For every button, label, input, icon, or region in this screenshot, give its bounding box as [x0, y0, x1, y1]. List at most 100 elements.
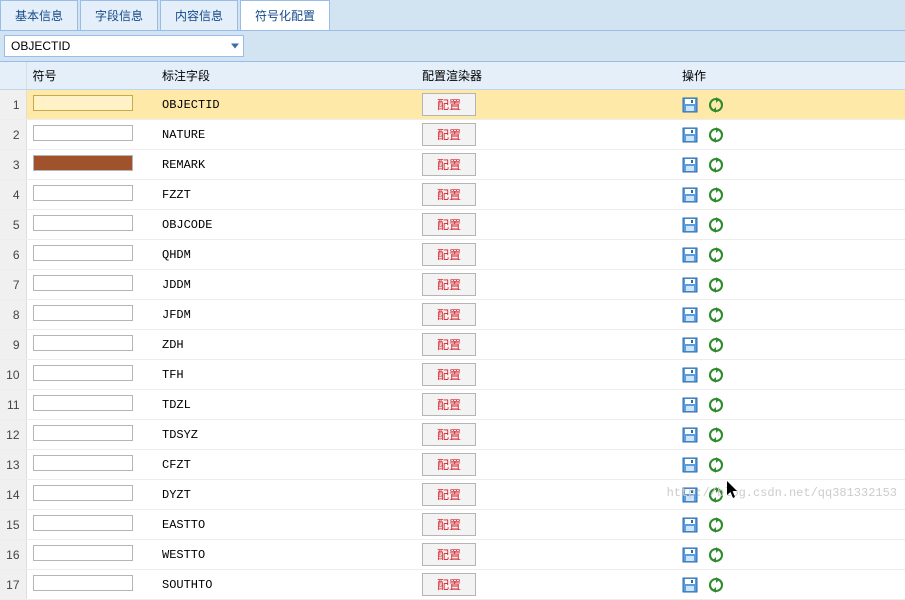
refresh-icon[interactable]	[708, 577, 724, 593]
table-row[interactable]: 10TFH配置	[0, 360, 905, 390]
table-row[interactable]: 16WESTTO配置	[0, 540, 905, 570]
refresh-icon[interactable]	[708, 487, 724, 503]
table-row[interactable]: 4FZZT配置	[0, 180, 905, 210]
symbol-cell[interactable]	[26, 240, 156, 270]
config-button[interactable]: 配置	[422, 363, 476, 386]
symbol-cell[interactable]	[26, 300, 156, 330]
table-row[interactable]: 9ZDH配置	[0, 330, 905, 360]
col-header-renderer[interactable]: 配置渲染器	[416, 62, 676, 90]
table-row[interactable]: 15EASTTO配置	[0, 510, 905, 540]
save-icon[interactable]	[682, 577, 698, 593]
symbol-cell[interactable]	[26, 510, 156, 540]
symbol-cell[interactable]	[26, 270, 156, 300]
tab[interactable]: 内容信息	[160, 0, 238, 30]
symbol-cell[interactable]	[26, 360, 156, 390]
table-row[interactable]: 2NATURE配置	[0, 120, 905, 150]
refresh-icon[interactable]	[708, 547, 724, 563]
symbol-cell[interactable]	[26, 390, 156, 420]
table-row[interactable]: 14DYZT配置	[0, 480, 905, 510]
save-icon[interactable]	[682, 547, 698, 563]
table-row[interactable]: 12TDSYZ配置	[0, 420, 905, 450]
symbol-cell[interactable]	[26, 150, 156, 180]
table-row[interactable]: 13CFZT配置	[0, 450, 905, 480]
refresh-icon[interactable]	[708, 337, 724, 353]
table-row[interactable]: 8JFDM配置	[0, 300, 905, 330]
refresh-icon[interactable]	[708, 157, 724, 173]
symbol-swatch[interactable]	[33, 545, 133, 561]
symbol-swatch[interactable]	[33, 185, 133, 201]
config-button[interactable]: 配置	[422, 303, 476, 326]
table-row[interactable]: 11TDZL配置	[0, 390, 905, 420]
config-button[interactable]: 配置	[422, 213, 476, 236]
symbol-cell[interactable]	[26, 420, 156, 450]
refresh-icon[interactable]	[708, 397, 724, 413]
col-header-action[interactable]: 操作	[676, 62, 905, 90]
config-button[interactable]: 配置	[422, 483, 476, 506]
symbol-swatch[interactable]	[33, 515, 133, 531]
refresh-icon[interactable]	[708, 247, 724, 263]
symbol-swatch[interactable]	[33, 485, 133, 501]
save-icon[interactable]	[682, 127, 698, 143]
symbol-swatch[interactable]	[33, 365, 133, 381]
refresh-icon[interactable]	[708, 277, 724, 293]
symbol-swatch[interactable]	[33, 125, 133, 141]
save-icon[interactable]	[682, 157, 698, 173]
config-button[interactable]: 配置	[422, 153, 476, 176]
save-icon[interactable]	[682, 217, 698, 233]
tab[interactable]: 字段信息	[80, 0, 158, 30]
config-button[interactable]: 配置	[422, 423, 476, 446]
save-icon[interactable]	[682, 457, 698, 473]
save-icon[interactable]	[682, 427, 698, 443]
table-row[interactable]: 5OBJCODE配置	[0, 210, 905, 240]
table-row[interactable]: 17SOUTHTO配置	[0, 570, 905, 600]
symbol-swatch[interactable]	[33, 155, 133, 171]
symbol-cell[interactable]	[26, 120, 156, 150]
config-button[interactable]: 配置	[422, 333, 476, 356]
field-dropdown[interactable]: OBJECTID	[4, 35, 244, 57]
refresh-icon[interactable]	[708, 217, 724, 233]
config-button[interactable]: 配置	[422, 93, 476, 116]
col-header-label[interactable]: 标注字段	[156, 62, 416, 90]
save-icon[interactable]	[682, 367, 698, 383]
symbol-cell[interactable]	[26, 330, 156, 360]
symbol-cell[interactable]	[26, 180, 156, 210]
tab[interactable]: 符号化配置	[240, 0, 330, 30]
save-icon[interactable]	[682, 277, 698, 293]
symbol-cell[interactable]	[26, 450, 156, 480]
table-row[interactable]: 3REMARK配置	[0, 150, 905, 180]
config-button[interactable]: 配置	[422, 453, 476, 476]
refresh-icon[interactable]	[708, 97, 724, 113]
config-button[interactable]: 配置	[422, 123, 476, 146]
refresh-icon[interactable]	[708, 517, 724, 533]
save-icon[interactable]	[682, 337, 698, 353]
table-row[interactable]: 1OBJECTID配置	[0, 90, 905, 120]
refresh-icon[interactable]	[708, 127, 724, 143]
save-icon[interactable]	[682, 307, 698, 323]
refresh-icon[interactable]	[708, 307, 724, 323]
symbol-swatch[interactable]	[33, 245, 133, 261]
col-header-symbol[interactable]: 符号	[26, 62, 156, 90]
config-button[interactable]: 配置	[422, 273, 476, 296]
refresh-icon[interactable]	[708, 427, 724, 443]
save-icon[interactable]	[682, 187, 698, 203]
symbol-swatch[interactable]	[33, 575, 133, 591]
symbol-swatch[interactable]	[33, 275, 133, 291]
symbol-cell[interactable]	[26, 540, 156, 570]
table-row[interactable]: 6QHDM配置	[0, 240, 905, 270]
symbol-swatch[interactable]	[33, 95, 133, 111]
symbol-swatch[interactable]	[33, 335, 133, 351]
symbol-swatch[interactable]	[33, 395, 133, 411]
symbol-swatch[interactable]	[33, 305, 133, 321]
save-icon[interactable]	[682, 97, 698, 113]
save-icon[interactable]	[682, 247, 698, 263]
symbol-swatch[interactable]	[33, 455, 133, 471]
symbol-cell[interactable]	[26, 480, 156, 510]
save-icon[interactable]	[682, 487, 698, 503]
config-button[interactable]: 配置	[422, 543, 476, 566]
config-button[interactable]: 配置	[422, 573, 476, 596]
table-row[interactable]: 7JDDM配置	[0, 270, 905, 300]
symbol-cell[interactable]	[26, 210, 156, 240]
symbol-cell[interactable]	[26, 570, 156, 600]
save-icon[interactable]	[682, 517, 698, 533]
refresh-icon[interactable]	[708, 367, 724, 383]
